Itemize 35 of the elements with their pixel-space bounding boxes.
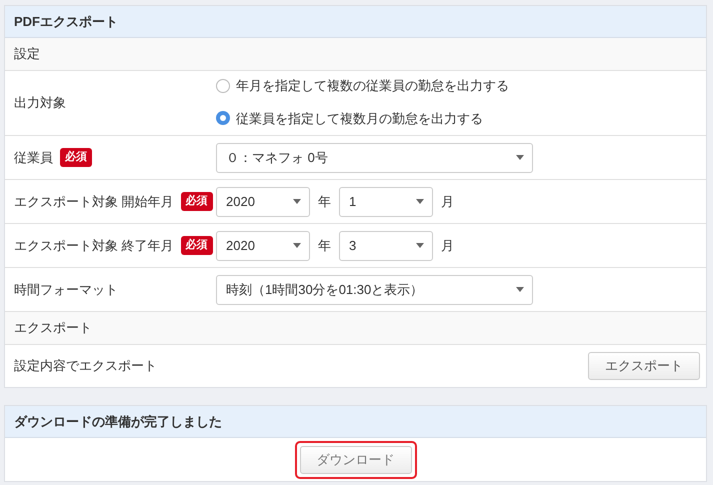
dropdown[interactable]: 時刻（1時間30分を01:30と表示） [216,274,533,304]
caret-icon [516,155,524,160]
caret-icon [416,243,424,248]
radio-button[interactable] [216,111,230,126]
unit-label: 年 [318,236,331,255]
dropdown[interactable]: 1 [339,186,433,216]
dropdown[interactable]: 3 [339,230,433,260]
radio-label[interactable]: 従業員を指定して複数月の勤怠を出力する [236,108,483,128]
panel-title: PDFエクスポート [5,6,706,38]
unit-label: 月 [441,236,454,255]
unit-label: 年 [318,192,331,211]
field-label: 設定内容でエクスポート [14,357,157,376]
dropdown[interactable]: 2020 [216,230,310,260]
panel-title: ダウンロードの準備が完了しました [5,406,706,438]
caret-icon [293,243,301,248]
dropdown[interactable]: ０：マネフォ 0号 [216,142,533,172]
caret-icon [516,287,524,292]
section-heading: エクスポート [14,319,92,338]
caret-icon [293,199,301,204]
field-label: エクスポート対象 開始年月 [14,192,174,211]
export-button[interactable]: エクスポート [588,352,700,380]
dropdown[interactable]: 2020 [216,186,310,216]
caret-icon [416,199,424,204]
required-badge: 必須 [60,148,92,167]
required-badge: 必須 [180,192,213,211]
download-button[interactable]: ダウンロード [300,446,412,474]
radio-label[interactable]: 年月を指定して複数の従業員の勤怠を出力する [236,76,509,96]
field-label: エクスポート対象 終了年月 [14,236,174,255]
unit-label: 月 [441,192,454,211]
field-label: 時間フォーマット [14,280,118,299]
section-heading: 設定 [14,45,40,64]
required-badge: 必須 [180,236,213,255]
radio-button[interactable] [216,78,230,93]
field-label: 従業員 [14,148,53,167]
field-label: 出力対象 [14,94,66,112]
